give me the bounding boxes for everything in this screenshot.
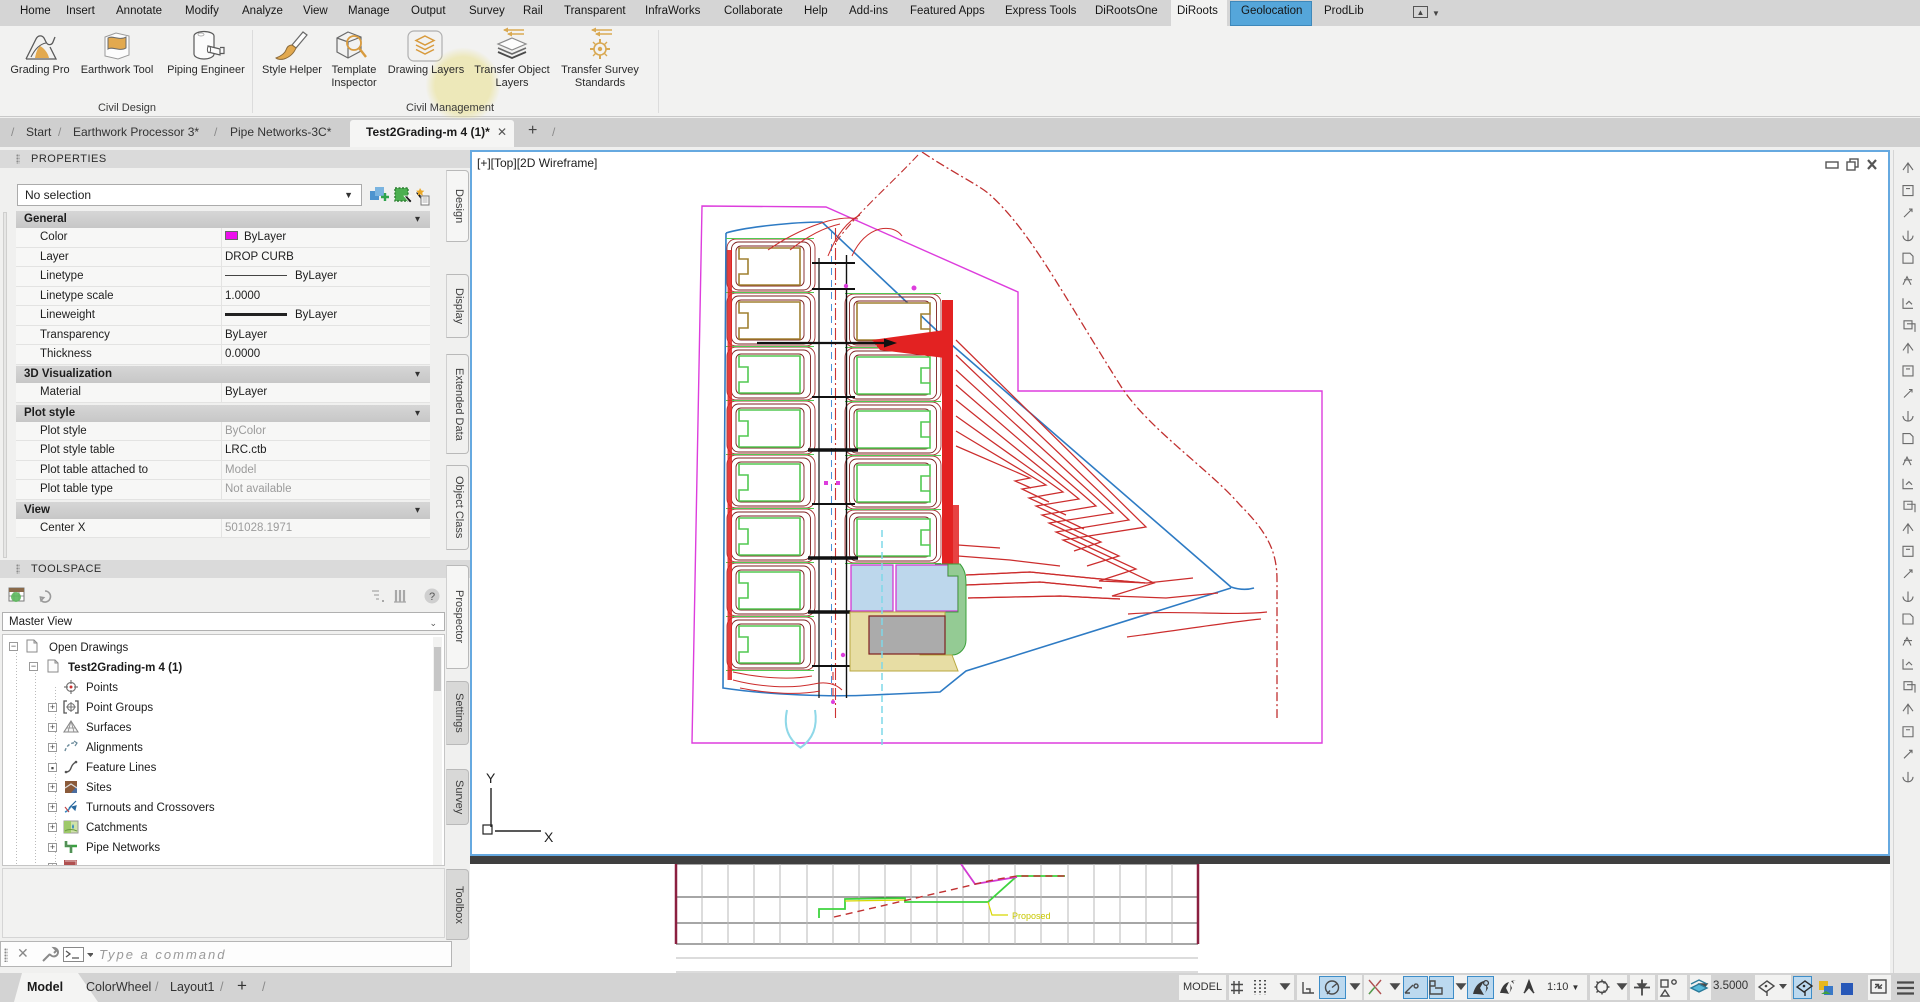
svg-text:Y: Y bbox=[486, 770, 496, 786]
svg-text:X: X bbox=[544, 829, 554, 845]
svg-text:?: ? bbox=[429, 591, 435, 603]
svg-text:Proposed: Proposed bbox=[1012, 911, 1051, 921]
